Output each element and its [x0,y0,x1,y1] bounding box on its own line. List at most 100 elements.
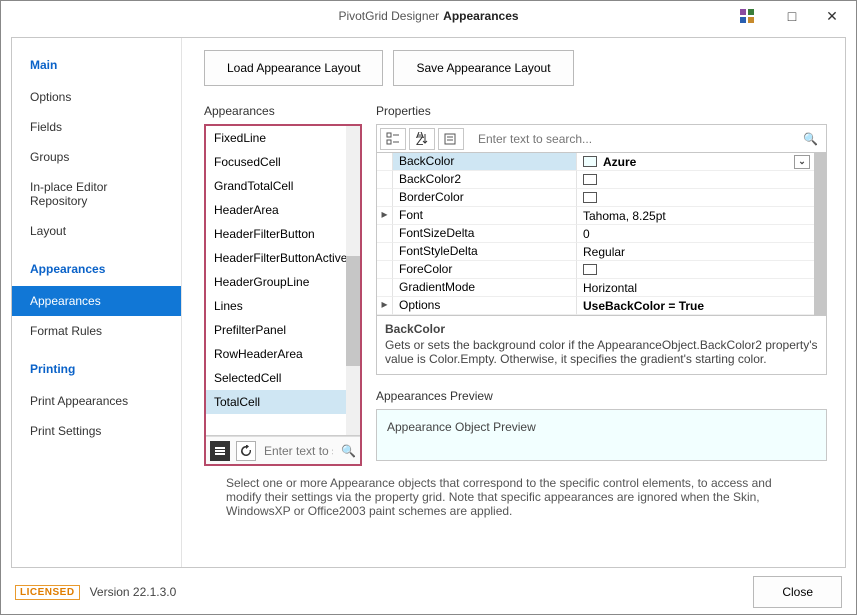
property-row[interactable]: FontSizeDelta0 [377,225,826,243]
property-row[interactable]: BackColorAzure⌄ [377,153,826,171]
appearances-search-input[interactable] [262,443,335,459]
sidebar-item-fields[interactable]: Fields [12,112,181,142]
expand-icon[interactable] [377,171,393,189]
titlebar: PivotGrid Designer Appearances □ ✕ [1,1,856,31]
svg-text:Z: Z [416,134,423,146]
property-row[interactable]: ▸Options UseBackColor = True [377,297,826,315]
property-value[interactable]: Azure⌄ [577,153,826,171]
appearances-box: FixedLineFocusedCellGrandTotalCellHeader… [204,124,362,466]
description-text: Gets or sets the background color if the… [385,338,818,366]
property-value-text: Tahoma, 8.25pt [583,209,666,223]
property-row[interactable]: FontStyleDeltaRegular [377,243,826,261]
appearance-item[interactable]: HeaderArea [206,198,360,222]
appearance-item[interactable]: FixedLine [206,126,360,150]
sidebar-item-appearances[interactable]: Appearances [12,286,181,316]
expand-icon[interactable] [377,225,393,243]
property-value-text: Regular [583,245,625,259]
properties-search-input[interactable] [470,132,803,146]
property-value[interactable] [577,189,826,207]
view-grid-icon[interactable] [740,9,764,23]
appearance-item[interactable]: FocusedCell [206,150,360,174]
property-value-text: Horizontal [583,281,637,295]
property-row[interactable]: BackColor2 [377,171,826,189]
properties-toolbar: AZ 🔍 [377,125,826,153]
window: PivotGrid Designer Appearances □ ✕ Main … [0,0,857,615]
appearance-item[interactable]: RowHeaderArea [206,342,360,366]
window-title-light: PivotGrid Designer [338,9,439,23]
preview-box: Appearance Object Preview [376,409,827,461]
scroll-thumb[interactable] [346,256,360,366]
property-value[interactable]: Tahoma, 8.25pt [577,207,826,225]
search-icon[interactable]: 🔍 [803,132,818,146]
appearance-item[interactable]: HeaderFilterButtonActive [206,246,360,270]
maximize-icon[interactable]: □ [780,8,804,24]
property-row[interactable]: ▸FontTahoma, 8.25pt [377,207,826,225]
property-pages-button[interactable] [438,128,464,150]
property-name: Options [393,297,577,315]
dropdown-icon[interactable]: ⌄ [794,155,810,169]
version-label: Version 22.1.3.0 [90,585,177,599]
color-swatch [583,156,597,167]
property-value-text: UseBackColor = True [583,299,704,313]
expand-icon[interactable] [377,153,393,171]
property-name: BackColor2 [393,171,577,189]
expand-icon[interactable] [377,189,393,207]
sidebar-item-print-settings[interactable]: Print Settings [12,416,181,446]
property-row[interactable]: GradientModeHorizontal [377,279,826,297]
property-value[interactable] [577,171,826,189]
expand-icon[interactable]: ▸ [377,207,393,225]
property-value-text: 0 [583,227,590,241]
appearance-item[interactable]: HeaderFilterButton [206,222,360,246]
alphabetical-button[interactable]: AZ [409,128,435,150]
sidebar-item-editor-repo[interactable]: In-place Editor Repository [12,172,181,216]
refresh-button[interactable] [236,441,256,461]
sidebar-header-main: Main [12,52,181,82]
expand-icon[interactable] [377,243,393,261]
property-value[interactable]: 0 [577,225,826,243]
search-icon[interactable]: 🔍 [341,444,356,458]
description-box: BackColor Gets or sets the background co… [377,315,826,374]
sidebar-item-options[interactable]: Options [12,82,181,112]
sidebar-item-print-appearances[interactable]: Print Appearances [12,386,181,416]
main: Load Appearance Layout Save Appearance L… [182,38,845,567]
appearance-item[interactable]: TotalCell [206,390,360,414]
appearance-item[interactable]: SelectedCell [206,366,360,390]
close-icon[interactable]: ✕ [820,8,844,25]
property-value[interactable] [577,261,826,279]
expand-icon[interactable]: ▸ [377,297,393,315]
categorized-button[interactable] [380,128,406,150]
property-value[interactable]: Horizontal [577,279,826,297]
property-name: BorderColor [393,189,577,207]
columns: Appearances FixedLineFocusedCellGrandTot… [204,104,827,466]
select-all-button[interactable] [210,441,230,461]
prop-scroll-thumb[interactable] [814,153,826,315]
color-swatch [583,264,597,275]
sidebar-item-format-rules[interactable]: Format Rules [12,316,181,346]
appearance-item[interactable]: PrefilterPanel [206,318,360,342]
appearance-item[interactable]: HeaderGroupLine [206,270,360,294]
appearance-item[interactable]: Lines [206,294,360,318]
property-grid: BackColorAzure⌄BackColor2BorderColor▸Fon… [377,153,826,315]
preview-header: Appearances Preview [376,389,827,403]
content-frame: Main Options Fields Groups In-place Edit… [11,37,846,568]
sidebar-item-groups[interactable]: Groups [12,142,181,172]
property-row[interactable]: ForeColor [377,261,826,279]
licensed-badge: LICENSED [15,585,80,600]
expand-icon[interactable] [377,261,393,279]
sidebar-header-appearances: Appearances [12,256,181,286]
button-row: Load Appearance Layout Save Appearance L… [204,50,827,86]
appearance-item[interactable]: GrandTotalCell [206,174,360,198]
preview-section: Appearances Preview Appearance Object Pr… [376,389,827,461]
property-value[interactable]: Regular [577,243,826,261]
footer: LICENSED Version 22.1.3.0 Close [1,570,856,614]
expand-icon[interactable] [377,279,393,297]
property-value[interactable]: UseBackColor = True [577,297,826,315]
properties-box: AZ 🔍 BackColorAzur [376,124,827,375]
save-layout-button[interactable]: Save Appearance Layout [393,50,573,86]
close-button[interactable]: Close [753,576,842,608]
window-controls: □ ✕ [734,1,850,31]
property-row[interactable]: BorderColor [377,189,826,207]
sidebar-item-layout[interactable]: Layout [12,216,181,246]
properties-header: Properties [376,104,827,118]
load-layout-button[interactable]: Load Appearance Layout [204,50,383,86]
